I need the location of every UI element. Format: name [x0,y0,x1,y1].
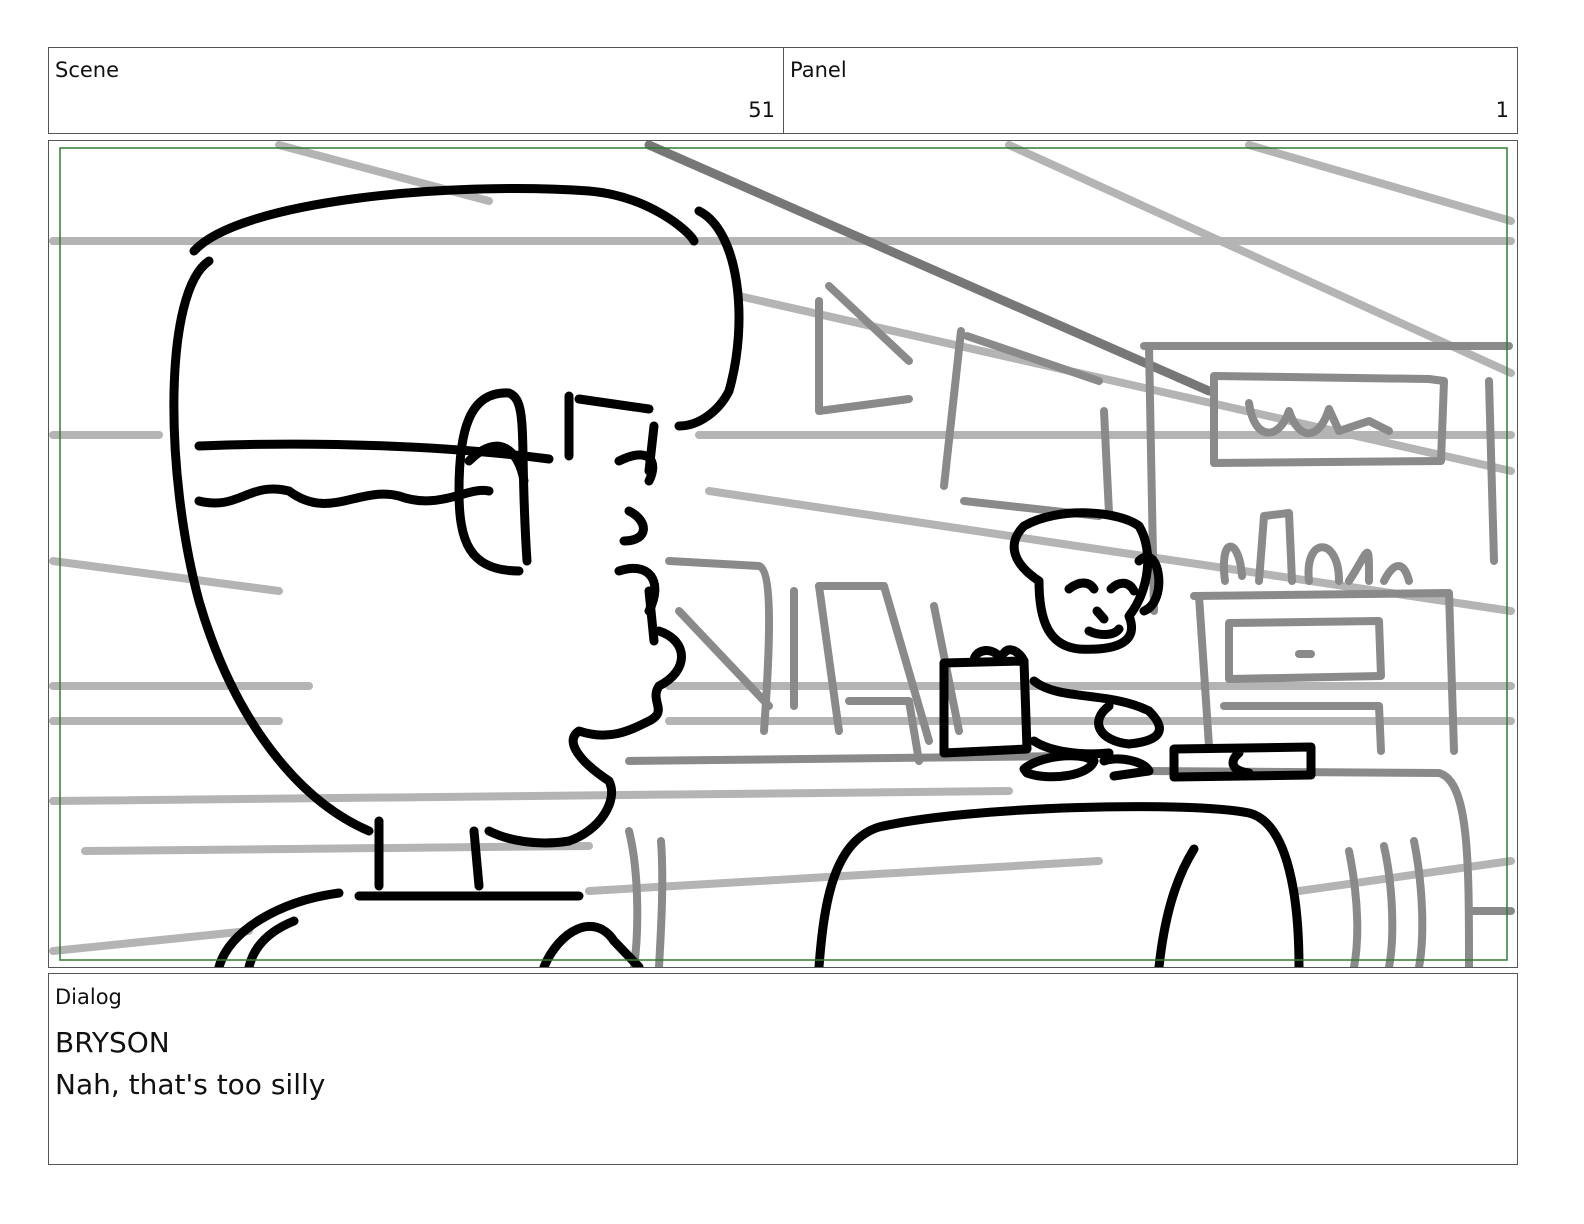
dialog-box: Dialog BRYSON Nah, that's too silly [48,973,1518,1165]
panel-cell: Panel 1 [784,48,1517,133]
storyboard-sketch [49,141,1515,967]
panel-label: Panel [790,58,847,82]
dialog-label: Dialog [55,985,122,1009]
dialog-content: BRYSON Nah, that's too silly [55,1022,325,1106]
book [1169,742,1316,782]
scene-label: Scene [55,58,120,82]
storyboard-frame [48,140,1518,968]
chair-outline [814,802,1304,967]
scene-cell: Scene 51 [49,48,784,133]
dialog-line: Nah, that's too silly [55,1068,326,1101]
scene-number: 51 [748,98,775,122]
bryson-ear [454,388,532,576]
background-sketch [49,141,1515,967]
panel-number: 1 [1495,98,1509,122]
panel-header: Scene 51 Panel 1 [48,47,1518,134]
dialog-character: BRYSON [55,1026,170,1059]
